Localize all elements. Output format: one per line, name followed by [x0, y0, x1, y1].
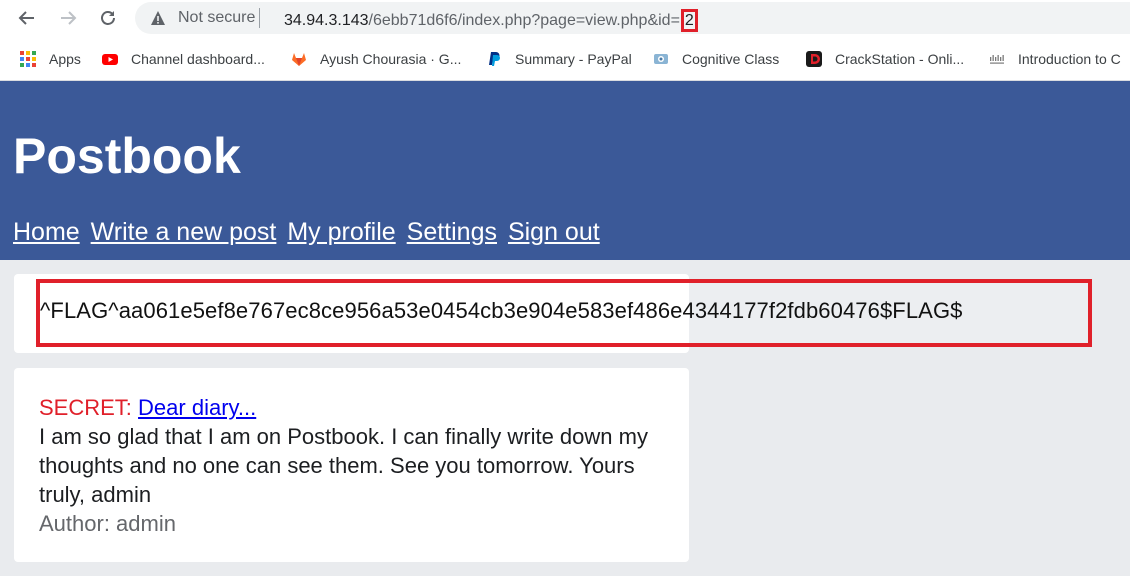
- cognitive-class-icon: [654, 54, 668, 64]
- bookmark-label: Cognitive Class: [682, 51, 780, 67]
- bookmark-label: Introduction to C: [1018, 51, 1121, 67]
- bookmark-label: Ayush Chourasia · G...: [320, 51, 462, 67]
- forward-button[interactable]: [55, 5, 81, 31]
- url-text: 34.94.3.143/6ebb71d6f6/index.php?page=vi…: [284, 9, 698, 32]
- bookmark-cisco[interactable]: Introduction to C: [989, 49, 1121, 69]
- youtube-icon: [102, 54, 118, 65]
- flag-text: ^FLAG^aa061e5ef8e767ec8ce956a53e0454cb3e…: [40, 298, 963, 323]
- nav-my-profile-link[interactable]: My profile: [287, 218, 395, 246]
- divider: [259, 8, 260, 28]
- bookmarks-bar: Apps Channel dashboard... Ayush Chourasi…: [0, 36, 1130, 81]
- nav-home-link[interactable]: Home: [13, 218, 80, 246]
- bookmark-channel-dashboard[interactable]: Channel dashboard...: [102, 49, 265, 69]
- address-bar[interactable]: Not secure 34.94.3.143/6ebb71d6f6/index.…: [135, 2, 1130, 34]
- bookmark-label: CrackStation - Onli...: [835, 51, 965, 67]
- nav-settings-link[interactable]: Settings: [407, 218, 497, 246]
- gitlab-icon: [292, 53, 306, 66]
- paypal-icon: [489, 52, 500, 66]
- site-nav: Home Write a new post My profile Setting…: [13, 218, 604, 247]
- cisco-icon: [990, 55, 1004, 64]
- warning-icon: [151, 11, 165, 25]
- crackstation-icon: [806, 51, 822, 67]
- bookmark-cognitive-class[interactable]: Cognitive Class: [653, 49, 779, 69]
- post-title-link[interactable]: Dear diary...: [138, 395, 256, 420]
- back-arrow-icon: [18, 11, 34, 25]
- forward-arrow-icon: [61, 11, 77, 25]
- reload-button[interactable]: [95, 5, 121, 31]
- reload-icon: [101, 11, 115, 25]
- post-author: Author: admin: [39, 511, 176, 536]
- back-button[interactable]: [14, 5, 40, 31]
- apps-grid-icon: [20, 51, 36, 67]
- bookmark-label: Channel dashboard...: [131, 51, 265, 67]
- site-title: Postbook: [13, 128, 241, 184]
- bookmark-apps[interactable]: Apps: [20, 49, 81, 69]
- post-heading: SECRET: Dear diary...: [39, 393, 659, 422]
- bookmark-crackstation[interactable]: CrackStation - Onli...: [806, 49, 964, 69]
- diary-post: SECRET: Dear diary... I am so glad that …: [39, 393, 659, 538]
- nav-write-post-link[interactable]: Write a new post: [91, 218, 277, 246]
- url-host: 34.94.3.143: [284, 12, 369, 29]
- bookmark-label: Apps: [49, 51, 81, 67]
- url-id-highlight: 2: [680, 9, 698, 32]
- post-body-text: I am so glad that I am on Postbook. I ca…: [39, 424, 648, 507]
- security-label: Not secure: [178, 9, 256, 26]
- secret-label: SECRET:: [39, 395, 132, 420]
- bookmark-gitlab[interactable]: Ayush Chourasia · G...: [291, 49, 461, 69]
- site-header: Postbook Home Write a new post My profil…: [0, 81, 1130, 260]
- bookmark-label: Summary - PayPal: [515, 51, 632, 67]
- nav-sign-out-link[interactable]: Sign out: [508, 218, 600, 246]
- url-path: /6ebb71d6f6/index.php?page=view.php&id=: [368, 12, 680, 29]
- bookmark-paypal[interactable]: Summary - PayPal: [486, 49, 632, 69]
- browser-toolbar: Not secure 34.94.3.143/6ebb71d6f6/index.…: [0, 0, 1130, 36]
